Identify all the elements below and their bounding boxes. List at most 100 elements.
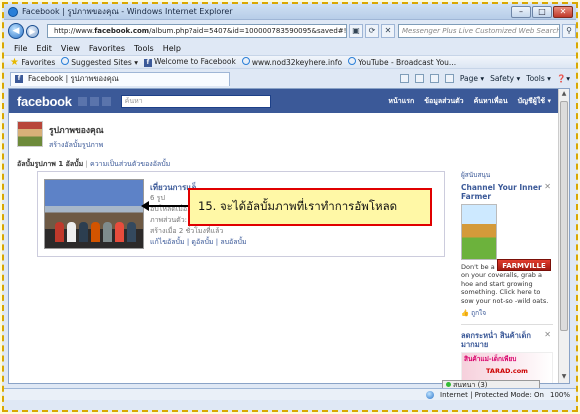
notification-icons	[77, 96, 111, 106]
url-prefix: http://www.	[54, 27, 95, 35]
like-label: ถูกใจ	[471, 309, 487, 317]
photos-header: รูปภาพของคุณ สร้างอัลบั้มรูปภาพ	[17, 121, 104, 151]
internet-zone-icon	[426, 390, 435, 399]
album-tabs: อัลบั้มรูปภาพ 1 อัลบั้ม | ความเป็นส่วนตั…	[17, 159, 170, 170]
person-figure	[79, 222, 88, 242]
facebook-logo[interactable]: facebook	[17, 94, 72, 109]
nav-account[interactable]: บัญชีผู้ใช้ ▾	[518, 96, 551, 107]
ie-icon	[241, 57, 250, 65]
stop-icon[interactable]: ✕	[381, 24, 395, 38]
back-button[interactable]: ◀	[8, 23, 24, 39]
address-bar[interactable]: http://www. facebook.com/album.php?aid=54…	[47, 24, 347, 38]
home-icon[interactable]	[399, 74, 409, 83]
mail-icon[interactable]	[429, 74, 439, 83]
menu-bar: File Edit View Favorites Tools Help	[4, 42, 576, 54]
facebook-nav: หน้าแรก ข้อมูลส่วนตัว ค้นหาเพื่อน บัญชีผ…	[388, 96, 559, 107]
security-zone-text: Internet | Protected Mode: On	[440, 390, 544, 399]
search-icon[interactable]: ⚲	[562, 24, 576, 38]
close-icon[interactable]: ✕	[544, 182, 551, 192]
friend-requests-icon[interactable]	[77, 96, 87, 106]
nav-home[interactable]: หน้าแรก	[388, 96, 414, 107]
create-album-link[interactable]: สร้างอัลบั้มรูปภาพ	[49, 140, 104, 151]
menu-favorites[interactable]: Favorites	[89, 44, 125, 53]
person-figure	[127, 222, 136, 242]
ad-farmville-title[interactable]: Channel Your Inner Farmer	[461, 183, 553, 201]
person-figure	[115, 222, 124, 242]
search-input[interactable]: Messenger Plus Live Customized Web Searc…	[398, 24, 560, 38]
scroll-up-icon[interactable]: ▲	[560, 90, 568, 99]
minimize-button[interactable]: –	[511, 6, 531, 18]
online-status-icon	[446, 382, 451, 387]
screenshot-frame: Facebook | รูปภาพของคุณ - Windows Intern…	[2, 2, 578, 412]
menu-help[interactable]: Help	[163, 44, 181, 53]
youtube-link[interactable]: YouTube - Broadcast You...	[348, 57, 456, 67]
help-menu[interactable]: ❓▾	[557, 74, 570, 83]
nod32-label: www.nod32keyhere.info	[251, 58, 343, 67]
nav-profile[interactable]: ข้อมูลส่วนตัว	[424, 96, 463, 107]
print-icon[interactable]	[444, 74, 454, 83]
nav-find-friends[interactable]: ค้นหาเพื่อน	[474, 96, 508, 107]
page-title: รูปภาพของคุณ	[49, 126, 104, 136]
page-menu[interactable]: Page ▾	[460, 74, 484, 83]
forward-button[interactable]: ▶	[26, 24, 39, 38]
tab-row: f Facebook | รูปภาพของคุณ Page ▾ Safety …	[4, 70, 576, 87]
welcome-facebook-label: Welcome to Facebook	[153, 57, 236, 66]
messages-icon[interactable]	[89, 96, 99, 106]
favorites-bar: ★ Favorites Suggested Sites ▾ f Welcome t…	[4, 55, 576, 69]
maximize-button[interactable]: □	[532, 6, 552, 18]
scroll-down-icon[interactable]: ▼	[560, 373, 568, 382]
suggested-sites-link[interactable]: Suggested Sites ▾	[61, 57, 138, 67]
menu-edit[interactable]: Edit	[36, 44, 52, 53]
status-zone: Internet | Protected Mode: On 100%	[426, 390, 576, 399]
like-link[interactable]: 👍 ถูกใจ	[461, 309, 553, 318]
facebook-search-input[interactable]: ค้นหา	[120, 94, 271, 108]
zoom-level[interactable]: 100%	[550, 391, 570, 399]
sponsored-label: ผู้สนับสนุน	[461, 171, 491, 179]
album-actions[interactable]: แก้ไขอัลบั้ม | ดูอัลบั้ม | ลบอัลบั้ม	[150, 237, 247, 248]
person-figure	[91, 222, 100, 242]
address-row: ◀ ▶ http://www. facebook.com/album.php?ai…	[4, 21, 576, 41]
suggested-sites-label: Suggested Sites ▾	[71, 58, 138, 67]
avatar[interactable]	[17, 121, 43, 147]
tab-album-privacy[interactable]: ความเป็นส่วนตัวของอัลบั้ม	[90, 160, 170, 168]
close-icon[interactable]: ✕	[544, 330, 551, 340]
facebook-icon: f	[15, 75, 23, 83]
vertical-scrollbar[interactable]: ▲ ▼	[558, 89, 569, 383]
favorites-label: Favorites	[21, 57, 56, 67]
tab-albums[interactable]: อัลบั้มรูปภาพ 1 อัลบั้ม	[17, 160, 83, 168]
tarad-ad-text: สินค้าแม่-เด็กเพียบ	[464, 354, 517, 363]
close-button[interactable]: ✕	[553, 6, 573, 18]
tab-facebook[interactable]: f Facebook | รูปภาพของคุณ	[10, 71, 230, 86]
welcome-facebook-link[interactable]: f Welcome to Facebook	[143, 57, 236, 67]
notifications-icon[interactable]	[101, 96, 111, 106]
feeds-icon[interactable]	[414, 74, 424, 83]
ie-logo-icon	[8, 6, 18, 17]
nod32-link[interactable]: www.nod32keyhere.info	[241, 57, 343, 67]
menu-view[interactable]: View	[61, 44, 80, 53]
window-title: Facebook | รูปภาพของคุณ - Windows Intern…	[22, 7, 233, 16]
command-bar: Page ▾ Safety ▾ Tools ▾ ❓▾	[399, 74, 576, 83]
refresh-icon[interactable]: ⟳	[365, 24, 379, 38]
favorites-button[interactable]: ★ Favorites	[10, 57, 55, 68]
menu-file[interactable]: File	[14, 44, 27, 53]
browser-content: facebook ค้นหา หน้าแรก ข้อมูลส่วนตัว ค้น…	[8, 88, 570, 384]
tab-separator: |	[85, 160, 88, 168]
ie-icon	[61, 57, 70, 65]
scrollbar-thumb[interactable]	[560, 101, 568, 331]
ad-tarad-title[interactable]: ลดกระหน่ำ สินค้าเด็กมากมาย	[461, 331, 553, 349]
person-figure	[55, 222, 64, 242]
url-host: facebook.com	[94, 27, 150, 35]
callout-arrowhead	[141, 201, 149, 211]
album-created: สร้างเมื่อ 2 ชั่วโมงที่แล้ว	[150, 227, 224, 235]
tutorial-callout: 15. จะได้อัลบั้มภาพที่เราทำการอัพโหลด	[188, 188, 432, 226]
window-titlebar: Facebook | รูปภาพของคุณ - Windows Intern…	[4, 4, 576, 20]
farmville-logo[interactable]: FARMVILLE	[497, 259, 551, 271]
compat-view-icon[interactable]: ▣	[349, 24, 363, 38]
callout-arrow	[148, 205, 188, 207]
album-cover-photo[interactable]	[44, 179, 144, 249]
safety-menu[interactable]: Safety ▾	[490, 74, 520, 83]
tools-menu[interactable]: Tools ▾	[526, 74, 551, 83]
facebook-icon: f	[143, 59, 152, 67]
menu-tools[interactable]: Tools	[134, 44, 154, 53]
farmville-character-image[interactable]	[461, 203, 497, 260]
